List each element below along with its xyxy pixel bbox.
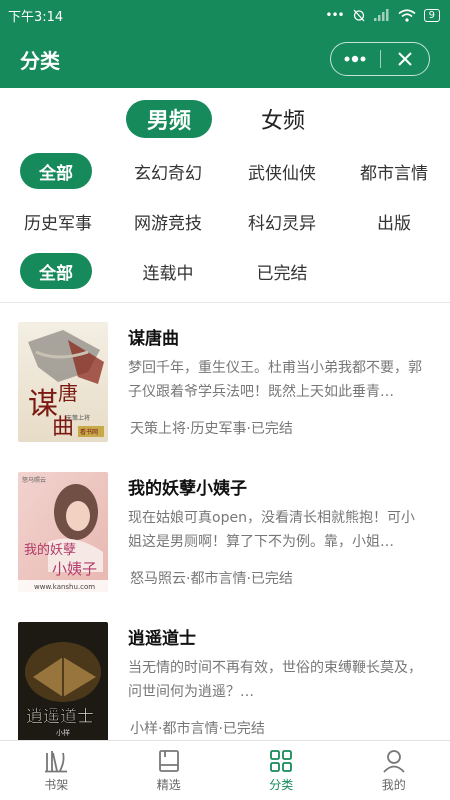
battery-icon: 9 (423, 8, 440, 22)
nav-label: 分类 (269, 778, 294, 792)
book-cover-art: 谋 唐 曲 天策上将 看书网 (18, 322, 108, 442)
book-cover-art: 逍遥道士 小样 (18, 622, 108, 742)
book-cover[interactable]: 逍遥道士 小样 (18, 622, 108, 742)
status-bar: 下午3:14 ••• 9 (0, 0, 450, 30)
cover-author: 天策上将 (66, 414, 90, 422)
book-description: 梦回千年，重生仪王。杜甫当小弟我都不要，郭子仪跟着爷学兵法吧！既然上天如此垂青… (128, 360, 422, 400)
more-button[interactable] (331, 43, 380, 75)
nav-label: 精选 (156, 778, 181, 792)
nav-profile[interactable]: 我的 (338, 741, 450, 800)
cover-title-line-1: 我的妖孽 (24, 542, 76, 558)
user-icon (383, 750, 405, 773)
cover-badge: 看书网 (80, 428, 98, 436)
wifi-icon (398, 8, 416, 22)
category-game[interactable]: 网游竞技 (120, 203, 216, 239)
nav-label: 我的 (381, 778, 406, 792)
cover-author: 怒马照云 (22, 476, 46, 484)
book-description: 现在姑娘可真open，没看清长相就熊抱！可小姐这是男厕啊！算了下不为例。靠，小姐… (128, 510, 415, 550)
category-xuanhuan[interactable]: 玄幻奇幻 (120, 153, 216, 189)
cover-title-char-2: 唐 (58, 381, 78, 405)
book-meta: 天策上将·历史军事·已完结 (130, 421, 293, 437)
book-item[interactable]: 逍遥道士 小样 逍遥道士 当无情的时间不再有效，世俗的束缚鞭长莫及，问世间何为逍… (0, 622, 450, 750)
status-completed[interactable]: 已完结 (234, 253, 330, 289)
book-item[interactable]: 我的妖孽 小姨子 怒马照云 www.kanshu.com 我的妖孽小姨子 现在姑… (0, 472, 450, 600)
status-time: 下午3:14 (8, 9, 64, 25)
book-title[interactable]: 谋唐曲 (128, 324, 179, 349)
cover-author: 小样 (56, 728, 70, 737)
app-header: 下午3:14 ••• 9 分类 (0, 0, 450, 88)
dots-icon: ••• (325, 8, 344, 22)
cover-title: 逍遥道士 (26, 707, 94, 727)
bookshelf-icon (45, 751, 68, 773)
category-scifi[interactable]: 科幻灵异 (234, 203, 330, 239)
cover-title-line-2: 小姨子 (52, 560, 97, 578)
cover-footer: www.kanshu.com (34, 583, 95, 591)
book-item[interactable]: 谋 唐 曲 天策上将 看书网 谋唐曲 梦回千年，重生仪王。杜甫当小弟我都不要，郭… (0, 322, 450, 450)
signal-icon (373, 9, 389, 21)
status-serializing[interactable]: 连载中 (120, 253, 216, 289)
book-meta: 怒马照云·都市言情·已完结 (130, 571, 293, 587)
tab-male[interactable]: 男频 (126, 100, 212, 138)
book-cover-art: 我的妖孽 小姨子 怒马照云 www.kanshu.com (18, 472, 108, 592)
book-meta: 小样·都市言情·已完结 (130, 721, 265, 737)
category-wuxia[interactable]: 武侠仙侠 (234, 153, 330, 189)
book-cover[interactable]: 我的妖孽 小姨子 怒马照云 www.kanshu.com (18, 472, 108, 592)
more-dots-icon (344, 55, 366, 63)
grid-icon (270, 750, 293, 772)
mini-program-capsule (330, 42, 430, 76)
close-button[interactable] (381, 43, 430, 75)
nav-bookshelf[interactable]: 书架 (0, 741, 113, 800)
book-title[interactable]: 逍遥道士 (128, 624, 196, 649)
tab-female[interactable]: 女频 (240, 100, 326, 138)
book-description: 当无情的时间不再有效，世俗的束缚鞭长莫及，问世间何为逍遥？… (128, 660, 422, 700)
alarm-off-icon (353, 9, 365, 22)
divider (0, 302, 450, 303)
category-urban[interactable]: 都市言情 (346, 153, 442, 189)
nav-label: 书架 (44, 778, 69, 792)
gender-tabs: 男频 女频 (0, 100, 450, 140)
status-all[interactable]: 全部 (20, 253, 92, 289)
status-icons: ••• 9 (325, 8, 440, 22)
book-icon (158, 750, 179, 772)
category-history[interactable]: 历史军事 (10, 203, 106, 239)
title-bar: 分类 (0, 36, 450, 82)
book-cover[interactable]: 谋 唐 曲 天策上将 看书网 (18, 322, 108, 442)
category-publish[interactable]: 出版 (346, 203, 442, 239)
nav-featured[interactable]: 精选 (113, 741, 226, 800)
page-title: 分类 (20, 48, 60, 73)
nav-category[interactable]: 分类 (225, 741, 338, 800)
bottom-nav: 书架 精选 分类 我的 (0, 740, 450, 800)
book-title[interactable]: 我的妖孽小姨子 (128, 474, 247, 499)
close-icon (398, 52, 412, 66)
category-all[interactable]: 全部 (20, 153, 92, 189)
